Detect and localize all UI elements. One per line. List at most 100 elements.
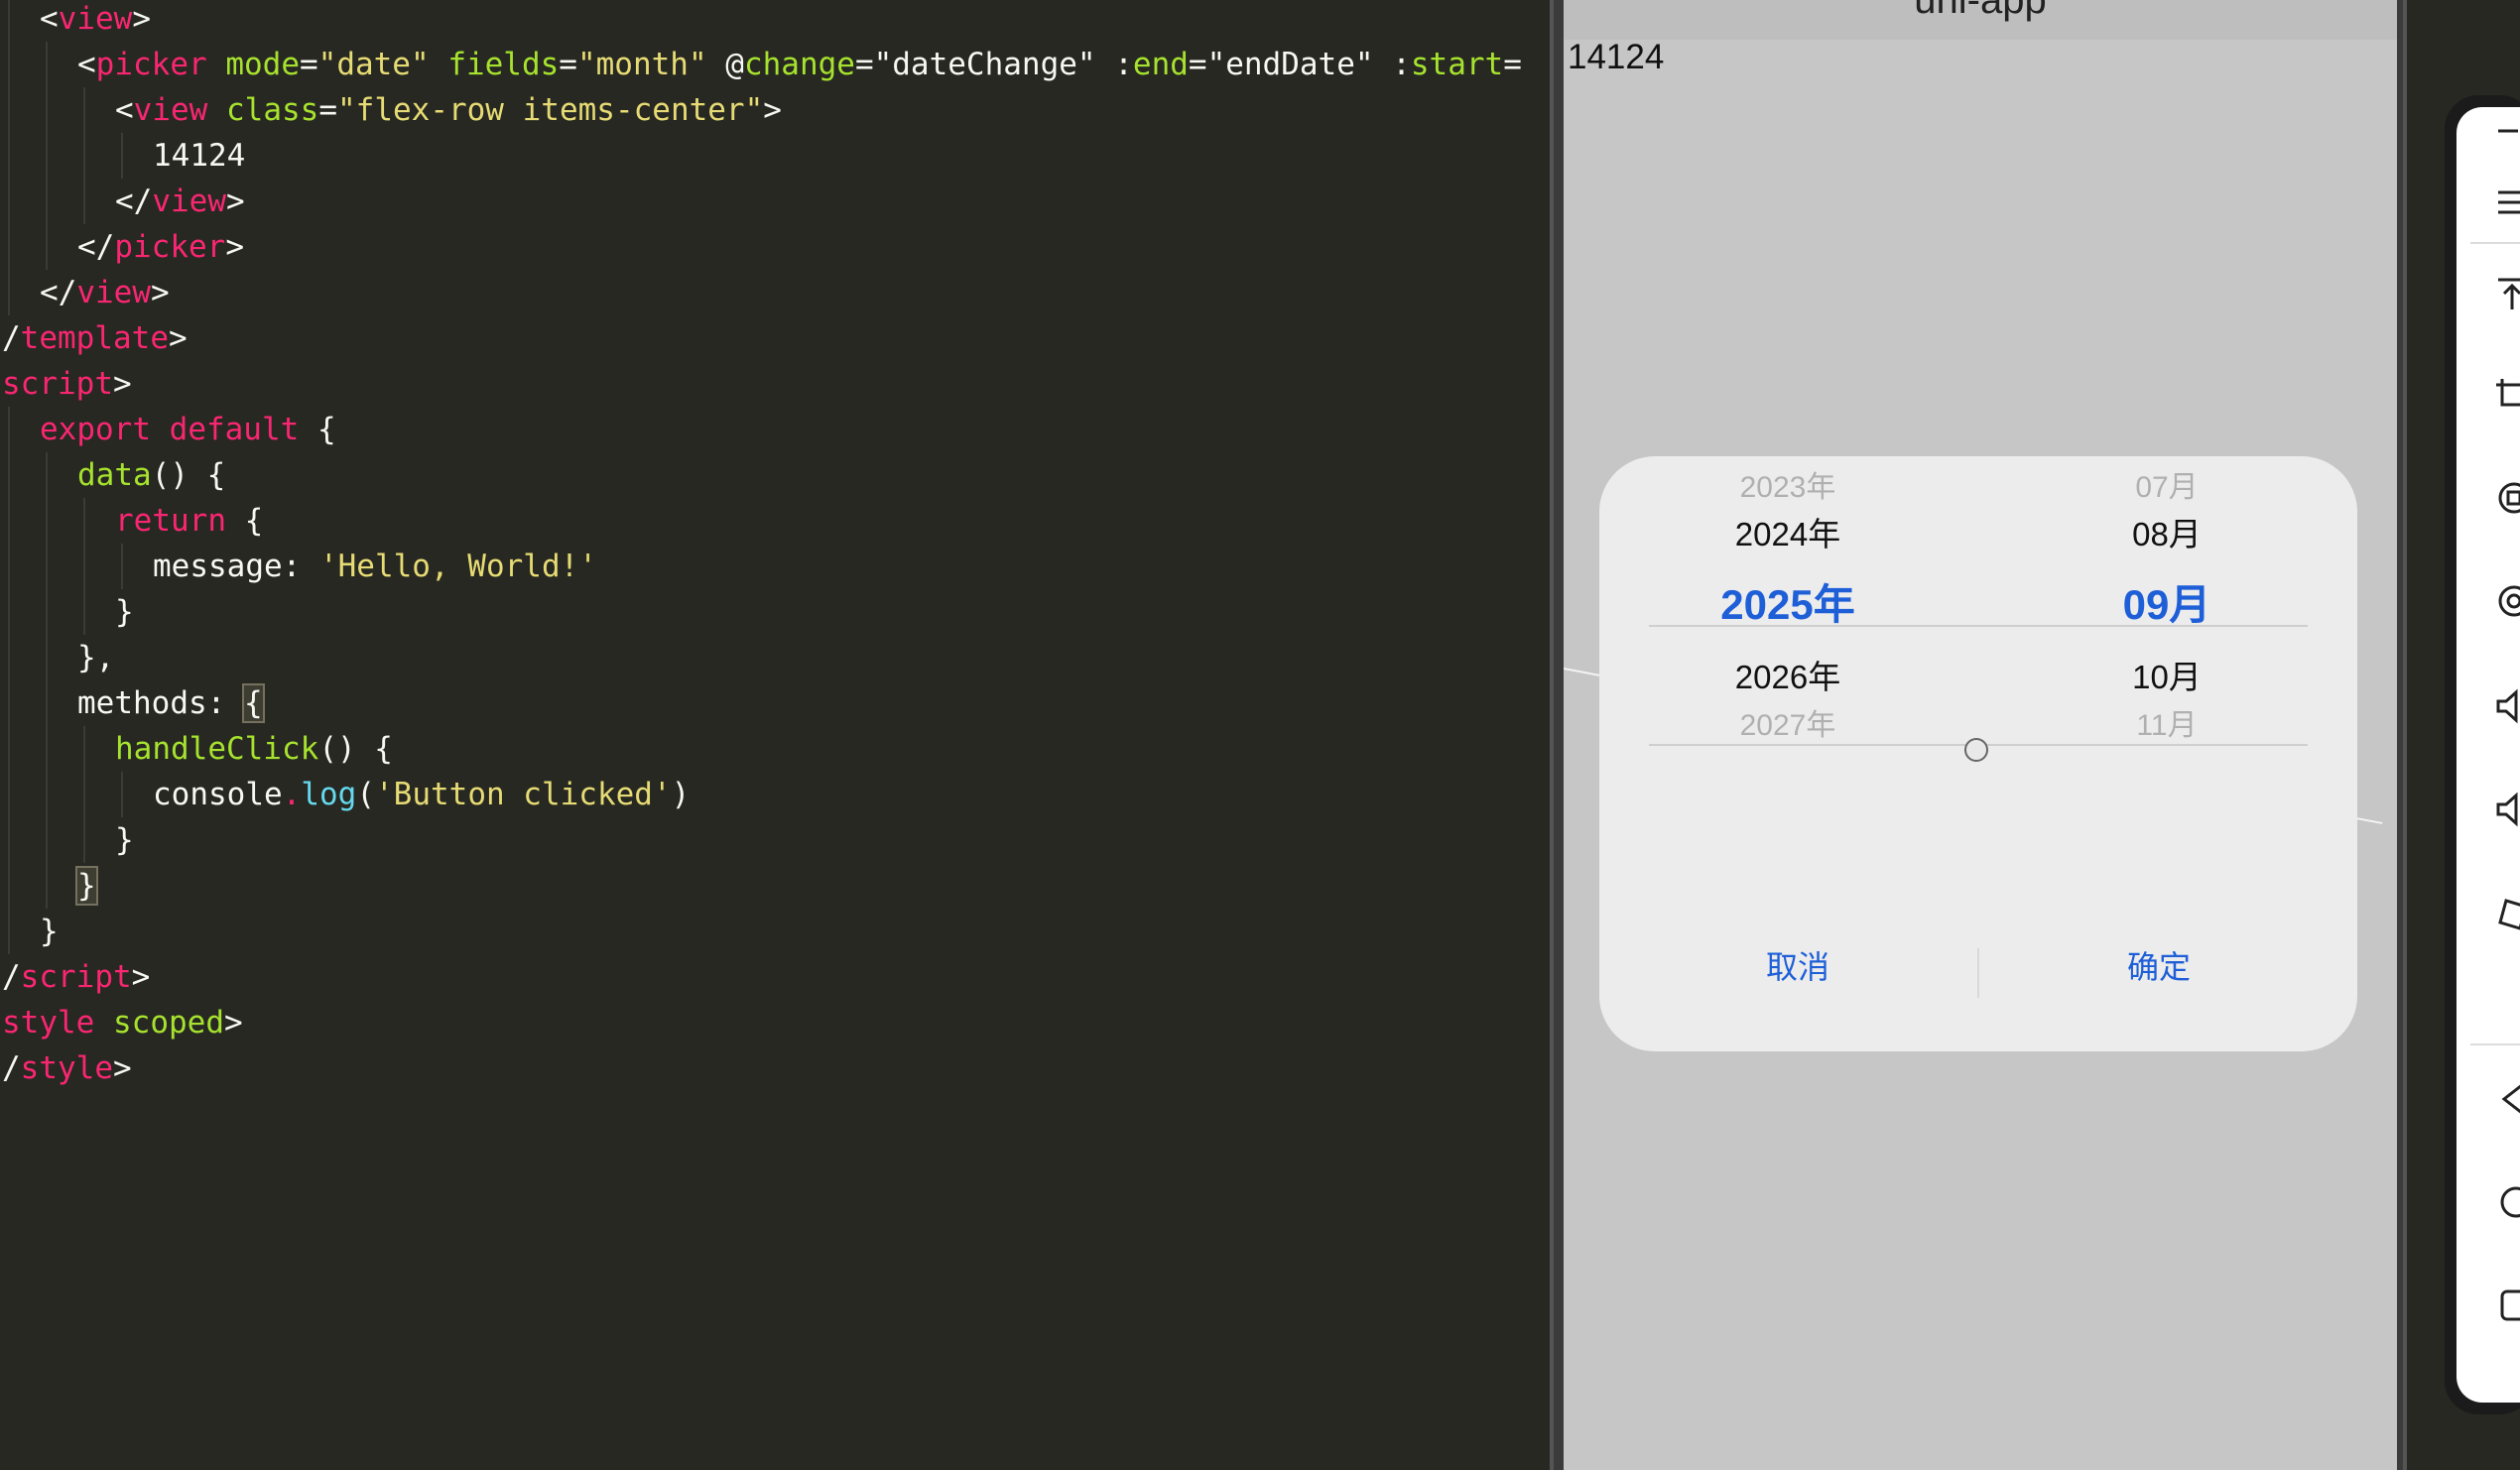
code-line[interactable]: }, <box>77 635 114 680</box>
code-token: start <box>1410 47 1504 82</box>
code-line[interactable]: style scoped> <box>2 1000 243 1045</box>
code-token: end <box>1132 47 1189 82</box>
code-line[interactable]: } <box>40 909 59 954</box>
indent-guide <box>8 270 10 315</box>
code-line[interactable]: console.log('Button clicked') <box>153 772 690 817</box>
indent-guide <box>46 817 48 863</box>
code-token: class <box>226 92 319 128</box>
code-token: = <box>299 47 318 82</box>
code-token: script <box>20 959 132 995</box>
indent-guide <box>46 452 48 498</box>
indent-guide <box>8 863 10 909</box>
toolbar-divider <box>2470 242 2520 244</box>
year-option[interactable]: 2024年 <box>1599 508 1976 555</box>
minimize-icon[interactable] <box>2492 111 2520 151</box>
code-token: message: <box>153 549 319 584</box>
code-line[interactable]: <view class="flex-row items-center"> <box>115 87 782 133</box>
code-line[interactable]: /style> <box>2 1045 132 1091</box>
pin-top-icon[interactable] <box>2492 274 2520 313</box>
year-option-selected[interactable]: 2025年 <box>1599 571 1976 632</box>
code-token: </ <box>40 275 77 310</box>
indent-guide <box>83 87 85 133</box>
code-token: 14124 <box>153 138 246 174</box>
volume-up-icon[interactable] <box>2492 686 2520 726</box>
code-line[interactable]: /template> <box>2 315 188 361</box>
cancel-button[interactable]: 取消 <box>1609 942 1986 992</box>
month-option[interactable]: 07月 <box>1978 462 2355 506</box>
code-line[interactable]: } <box>75 863 98 909</box>
indent-guide <box>83 544 85 589</box>
code-line[interactable]: export default { <box>40 407 336 452</box>
code-token: handleClick <box>115 731 319 767</box>
recents-icon[interactable] <box>2492 1286 2520 1325</box>
indent-guide <box>8 817 10 863</box>
code-line[interactable]: <picker mode="date" fields="month" @chan… <box>77 42 1522 87</box>
code-token: < <box>77 47 96 82</box>
code-editor[interactable]: <view> <picker mode="date" fields="month"… <box>0 0 1550 1470</box>
month-option[interactable]: 08月 <box>1978 508 2355 555</box>
code-token: view <box>133 92 208 128</box>
code-token: script <box>2 366 113 402</box>
code-token: > <box>150 275 170 310</box>
code-line[interactable]: return { <box>115 498 263 544</box>
year-option[interactable]: 2023年 <box>1599 462 1976 506</box>
code-line[interactable]: </picker> <box>77 224 244 270</box>
screenshot-icon[interactable] <box>2492 478 2520 518</box>
indent-guide <box>8 635 10 680</box>
code-line[interactable]: /script> <box>2 954 150 1000</box>
code-token: { <box>225 503 264 539</box>
month-option[interactable]: 10月 <box>1978 651 2355 698</box>
code-token: ) <box>671 777 691 812</box>
code-token: }, <box>77 640 115 675</box>
toolbar-divider <box>2470 1043 2520 1045</box>
code-line[interactable]: </view> <box>115 179 245 224</box>
month-option-selected[interactable]: 09月 <box>1978 571 2355 632</box>
code-line[interactable]: message: 'Hello, World!' <box>153 544 597 589</box>
crop-icon[interactable] <box>2492 375 2520 415</box>
code-line[interactable]: </view> <box>40 270 170 315</box>
code-token: console <box>153 777 283 812</box>
code-token: ( <box>356 777 375 812</box>
picker-trigger-text[interactable]: 14124 <box>1568 38 1664 77</box>
indent-guide <box>8 772 10 817</box>
code-line[interactable]: 14124 <box>153 133 245 179</box>
indent-guide <box>46 224 48 270</box>
code-token: 'Hello, World!' <box>318 549 597 584</box>
phone-screen: uni-app 14124 2023年 2024年 2025年 2026年 20… <box>1564 0 2397 1470</box>
code-line[interactable]: } <box>115 589 134 635</box>
code-token: scoped <box>113 1005 224 1041</box>
indent-guide <box>83 589 85 635</box>
indent-guide <box>8 726 10 772</box>
menu-icon[interactable] <box>2492 183 2520 222</box>
code-token: </ <box>115 184 153 219</box>
indent-guide <box>8 909 10 954</box>
code-line[interactable]: data() { <box>77 452 225 498</box>
home-icon[interactable] <box>2492 1182 2520 1222</box>
code-line[interactable]: } <box>115 817 134 863</box>
month-option[interactable]: 11月 <box>1978 700 2355 744</box>
indent-guide <box>121 772 123 817</box>
code-line[interactable]: handleClick() { <box>115 726 393 772</box>
screen-record-icon[interactable] <box>2492 581 2520 621</box>
back-icon[interactable] <box>2492 1079 2520 1119</box>
indent-guide <box>8 133 10 179</box>
indent-guide <box>83 726 85 772</box>
code-token: } <box>115 822 134 858</box>
rotate-icon[interactable] <box>2492 893 2520 932</box>
indent-guide <box>83 772 85 817</box>
year-option[interactable]: 2027年 <box>1599 700 1976 744</box>
year-option[interactable]: 2026年 <box>1599 651 1976 698</box>
code-token: "flex-row items-center" <box>337 92 764 128</box>
confirm-button[interactable]: 确定 <box>1970 942 2347 992</box>
indent-guide <box>46 179 48 224</box>
code-line[interactable]: methods: { <box>77 680 265 726</box>
code-line[interactable]: script> <box>2 361 132 407</box>
code-token: > <box>113 1050 132 1086</box>
code-line[interactable]: <view> <box>40 0 151 42</box>
indent-guide <box>46 498 48 544</box>
volume-down-icon[interactable] <box>2492 790 2520 829</box>
code-token: / <box>2 1050 21 1086</box>
